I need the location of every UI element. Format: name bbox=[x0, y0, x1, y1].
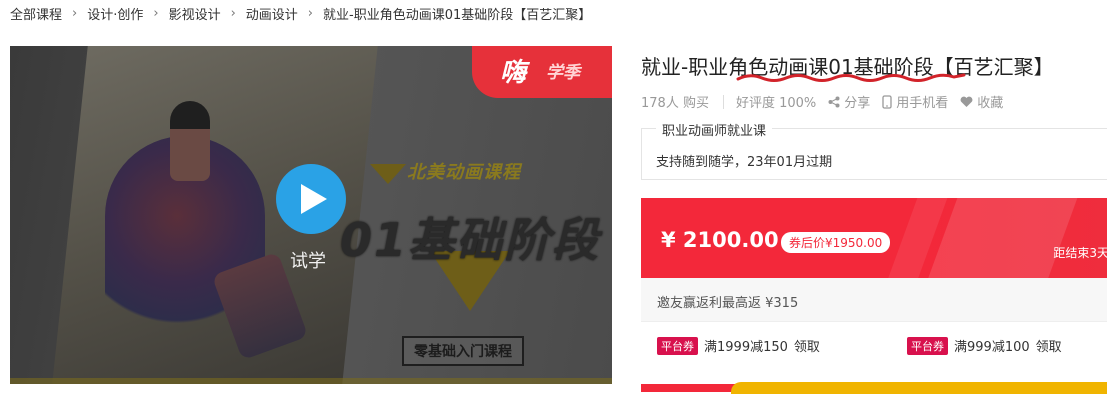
chevron-right-icon: › bbox=[307, 5, 313, 21]
character-illustration bbox=[170, 101, 210, 181]
cover-tag: 零基础入门课程 bbox=[402, 336, 524, 366]
invite-rebate-bar[interactable]: 邀友赢返利最高返 ¥315 bbox=[641, 278, 1107, 322]
bottom-banner-decoration bbox=[731, 382, 1107, 394]
coupon-item: 平台券 满1999减150 领取 bbox=[657, 336, 820, 355]
bottom-action-strip bbox=[641, 382, 1107, 394]
breadcrumb-item-current: 就业-职业角色动画课01基础阶段【百艺汇聚】 bbox=[323, 7, 592, 23]
triangle-decoration bbox=[370, 164, 406, 184]
play-button[interactable] bbox=[276, 164, 346, 234]
divider bbox=[722, 94, 724, 109]
course-stats: 178人 购买 好评度 100% 分享 用手机看 收藏 bbox=[641, 92, 1015, 111]
coupon-text: 满1999减150 bbox=[704, 340, 788, 355]
favorite-button[interactable]: 收藏 bbox=[960, 92, 1003, 111]
buyer-count: 178人 购买 bbox=[641, 96, 709, 111]
coupon-tag: 平台券 bbox=[907, 336, 948, 355]
chevron-right-icon: › bbox=[72, 5, 78, 21]
countdown: 距结束3天 bbox=[1053, 246, 1107, 260]
underline-annotation bbox=[736, 73, 966, 82]
heart-icon bbox=[960, 96, 973, 107]
breadcrumb-item-animation[interactable]: 动画设计 bbox=[246, 4, 298, 23]
cover-title: 01基础阶段 bbox=[340, 213, 601, 267]
video-player[interactable]: 北美动画课程 01基础阶段 零基础入门课程 嗨 学季 试学 bbox=[10, 46, 612, 384]
promo-badge-sub: 学季 bbox=[546, 63, 580, 83]
cover-subtitle: 北美动画课程 bbox=[407, 162, 521, 183]
coupon-list: 平台券 满1999减150 领取 平台券 满999减100 领取 bbox=[641, 328, 1107, 368]
trial-label[interactable]: 试学 bbox=[290, 247, 326, 273]
plan-option[interactable]: 职业动画师就业课 支持随到随学，23年01月过期 bbox=[641, 120, 1107, 180]
rating: 好评度 100% bbox=[735, 96, 817, 111]
price: ¥ 2100.00 bbox=[661, 228, 779, 252]
plan-description: 支持随到随学，23年01月过期 bbox=[656, 155, 833, 170]
promo-badge-text: 嗨 bbox=[500, 58, 527, 88]
promo-badge: 嗨 学季 bbox=[472, 46, 612, 98]
coupon-text: 满999减100 bbox=[954, 340, 1030, 355]
coupon-tag: 平台券 bbox=[657, 336, 698, 355]
phone-icon bbox=[882, 94, 892, 109]
chevron-right-icon: › bbox=[153, 5, 159, 21]
claim-coupon-button[interactable]: 领取 bbox=[1036, 336, 1062, 355]
breadcrumb-item-design[interactable]: 设计·创作 bbox=[87, 4, 143, 23]
invite-rebate-text: 邀友赢返利最高返 ¥315 bbox=[657, 296, 799, 311]
breadcrumb-item-film-design[interactable]: 影视设计 bbox=[169, 4, 221, 23]
plan-name: 职业动画师就业课 bbox=[656, 120, 773, 139]
breadcrumb-item-all-courses[interactable]: 全部课程 bbox=[10, 4, 62, 23]
chevron-right-icon: › bbox=[230, 5, 236, 21]
mobile-view-button[interactable]: 用手机看 bbox=[882, 92, 948, 111]
play-icon bbox=[301, 184, 327, 214]
after-coupon-price: 券后价¥1950.00 bbox=[781, 232, 891, 253]
cover-bottom-line bbox=[10, 378, 612, 384]
price-banner: ¥ 2100.00 券后价¥1950.00 距结束3天 bbox=[641, 198, 1107, 278]
banner-decoration bbox=[920, 198, 1082, 278]
course-info: 就业-职业角色动画课01基础阶段【百艺汇聚】 178人 购买 好评度 100% … bbox=[641, 46, 1107, 394]
coupon-item: 平台券 满999减100 领取 bbox=[907, 336, 1062, 355]
breadcrumb: 全部课程 › 设计·创作 › 影视设计 › 动画设计 › 就业-职业角色动画课0… bbox=[10, 4, 592, 23]
claim-coupon-button[interactable]: 领取 bbox=[794, 336, 820, 355]
share-icon bbox=[828, 96, 840, 107]
share-button[interactable]: 分享 bbox=[828, 92, 870, 111]
